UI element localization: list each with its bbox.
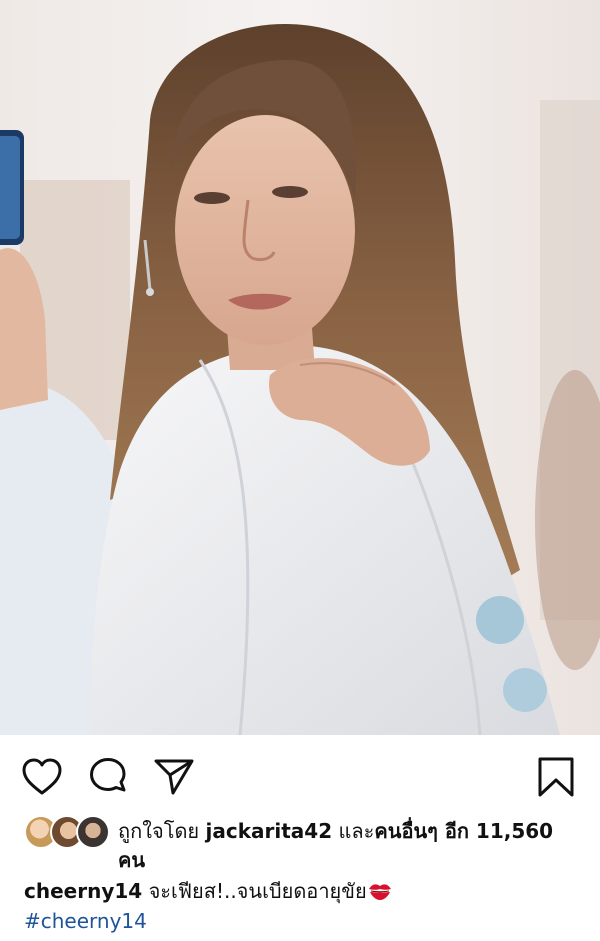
likes-text: ถูกใจโดย jackarita42 และคนอื่นๆ อีก 11,5…	[118, 817, 588, 875]
likes-connector: และ	[338, 819, 375, 843]
save-button[interactable]	[534, 755, 578, 799]
post-action-bar	[0, 735, 600, 817]
paper-plane-icon	[154, 759, 194, 795]
caption-text: จะเฟียส!..จนเบียดอายุขัย	[148, 879, 367, 903]
first-liker-link[interactable]: jackarita42	[206, 819, 333, 843]
post-photo[interactable]	[0, 0, 600, 735]
comment-bubble-icon	[90, 758, 126, 792]
bookmark-outline-icon	[538, 757, 574, 797]
caption: cheerny14 จะเฟียส!..จนเบียดอายุขัย	[24, 876, 584, 906]
like-button[interactable]	[20, 755, 64, 799]
portrait-photo	[0, 0, 600, 735]
avatar[interactable]	[76, 815, 110, 849]
likes-prefix: ถูกใจโดย	[118, 819, 200, 843]
liker-avatars[interactable]	[24, 815, 110, 849]
comment-button[interactable]	[86, 755, 130, 799]
caption-username[interactable]: cheerny14	[24, 879, 142, 903]
others-link[interactable]: คนอื่นๆ อีก 11,560	[374, 819, 553, 843]
heart-outline-icon	[22, 758, 62, 795]
kiss-mark-icon	[368, 884, 391, 900]
share-button[interactable]	[152, 755, 196, 799]
hashtag-link[interactable]: #cheerny14	[24, 906, 147, 936]
instagram-post: ถูกใจโดย jackarita42 และคนอื่นๆ อีก 11,5…	[0, 0, 600, 941]
likes-suffix: คน	[118, 848, 146, 872]
